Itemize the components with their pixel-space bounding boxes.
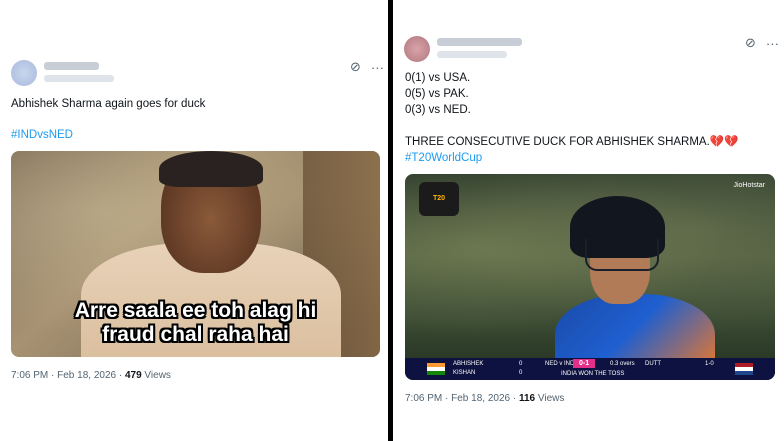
meme-man-hair bbox=[159, 151, 263, 187]
meme-caption-line2: fraud chal raha hai bbox=[102, 323, 289, 346]
tweet-line-2: 0(5) vs PAK. bbox=[405, 88, 469, 100]
more-icon[interactable]: ··· bbox=[371, 60, 384, 75]
tweet-line-1: 0(1) vs USA. bbox=[405, 72, 471, 84]
tweet-text: Abhishek Sharma again goes for duck bbox=[11, 98, 206, 110]
batter1-score: 0 bbox=[519, 361, 523, 367]
bowler-figures: 1-0 bbox=[705, 361, 714, 367]
tweet-meta: 7:06 PM · Feb 18, 2026 · 116 Views bbox=[405, 393, 564, 404]
hashtag-link[interactable]: #INDvsNED bbox=[11, 127, 73, 143]
views-count: 116 bbox=[518, 393, 536, 404]
broadcaster-logo: JioHotstar bbox=[733, 182, 765, 189]
team-score: 0-1 bbox=[573, 359, 596, 368]
batter2-name: KISHAN bbox=[453, 370, 476, 376]
timestamp[interactable]: 7:06 PM · Feb 18, 2026 · bbox=[11, 370, 122, 381]
batter1-name: ABHISHEK bbox=[453, 361, 484, 367]
grok-icon[interactable]: ⊘ bbox=[745, 35, 756, 51]
hashtag-link[interactable]: #T20WorldCup bbox=[405, 150, 482, 166]
views-label: Views bbox=[144, 370, 171, 381]
left-tweet: ⊘ ··· Abhishek Sharma again goes for duc… bbox=[0, 0, 388, 441]
tweet-actions: ⊘ ··· bbox=[350, 59, 384, 75]
avatar[interactable] bbox=[11, 60, 37, 86]
overs: 0.3 overs bbox=[610, 361, 635, 367]
tweet-line-3: 0(3) vs NED. bbox=[405, 104, 471, 116]
display-name-blurred[interactable] bbox=[437, 38, 522, 46]
bowler-name: DUTT bbox=[645, 361, 661, 367]
tweet-actions: ⊘ ··· bbox=[745, 35, 779, 51]
scoreboard: ABHISHEK KISHAN 0 0 NED v IND 0-1 0.3 ov… bbox=[405, 358, 775, 380]
helmet-grille bbox=[585, 239, 659, 271]
batter2-score: 0 bbox=[519, 370, 523, 376]
meme-caption-line1: Arre saala ee toh alag hi bbox=[74, 299, 317, 322]
more-icon[interactable]: ··· bbox=[766, 36, 779, 51]
cricket-image[interactable]: T20 JioHotstar ABHISHEK KISHAN 0 0 NED v… bbox=[405, 174, 775, 380]
right-tweet: ⊘ ··· 0(1) vs USA. 0(5) vs PAK. 0(3) vs … bbox=[393, 0, 784, 441]
username-blurred[interactable] bbox=[44, 75, 114, 82]
toss-result: INDIA WON THE TOSS bbox=[561, 371, 625, 377]
india-flag-icon bbox=[427, 363, 445, 375]
grok-icon[interactable]: ⊘ bbox=[350, 59, 361, 75]
avatar[interactable] bbox=[404, 36, 430, 62]
t20-worldcup-logo: T20 bbox=[419, 182, 459, 216]
tweet-headline: THREE CONSECUTIVE DUCK FOR ABHISHEK SHAR… bbox=[405, 136, 739, 148]
display-name-blurred[interactable] bbox=[44, 62, 99, 70]
views-count: 479 bbox=[124, 370, 142, 381]
meme-image[interactable]: Arre saala ee toh alag hi fraud chal rah… bbox=[11, 151, 380, 357]
match-label: NED v IND bbox=[545, 361, 575, 367]
views-label: Views bbox=[537, 393, 565, 404]
username-blurred[interactable] bbox=[437, 51, 507, 58]
timestamp[interactable]: 7:06 PM · Feb 18, 2026 · bbox=[405, 393, 516, 404]
tweet-meta: 7:06 PM · Feb 18, 2026 · 479 Views bbox=[11, 370, 171, 381]
netherlands-flag-icon bbox=[735, 363, 753, 375]
